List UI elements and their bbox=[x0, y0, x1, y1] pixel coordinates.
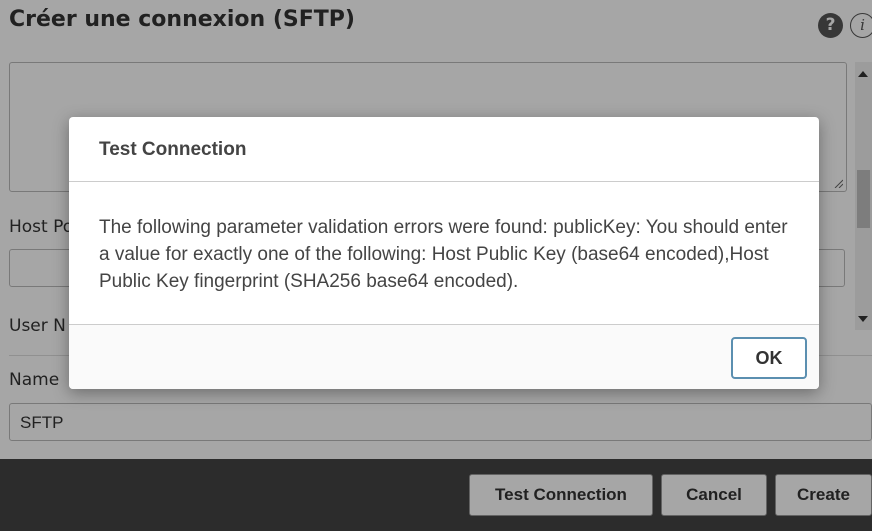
dialog-title: Test Connection bbox=[99, 139, 247, 160]
test-connection-dialog: Test Connection The following parameter … bbox=[69, 117, 819, 389]
dialog-footer: OK bbox=[69, 324, 819, 389]
ok-button[interactable]: OK bbox=[731, 337, 807, 379]
dialog-message: The following parameter validation error… bbox=[99, 217, 788, 292]
dialog-header: Test Connection bbox=[69, 117, 819, 182]
